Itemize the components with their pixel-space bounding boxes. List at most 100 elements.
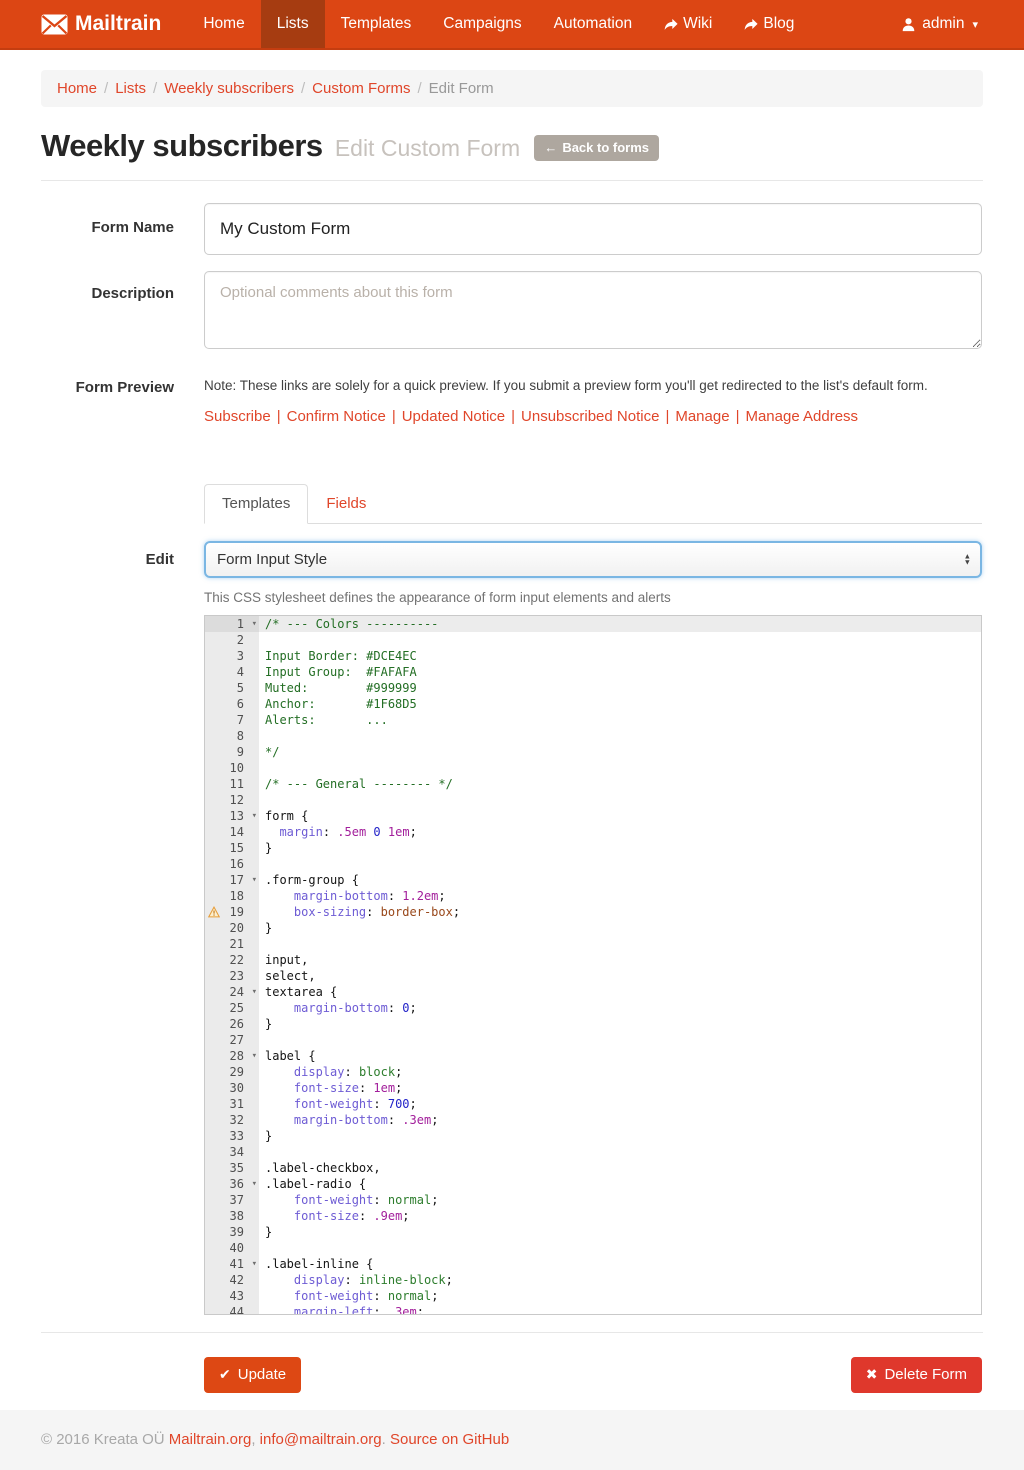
editor-line[interactable]: 2 [205,632,981,648]
editor-line[interactable]: 15} [205,840,981,856]
editor-line[interactable]: 24▾textarea { [205,984,981,1000]
editor-gutter-cell: 17▾ [205,872,259,888]
preview-link[interactable]: Manage [675,408,729,425]
description-textarea[interactable] [204,271,982,349]
line-number: 27 [230,1033,244,1047]
footer-link-email[interactable]: info@mailtrain.org [260,1431,382,1448]
code-line-text: font-weight: normal; [259,1192,438,1208]
user-menu[interactable]: admin ▾ [895,0,984,48]
tab-templates[interactable]: Templates [204,484,308,524]
editor-line[interactable]: 25 margin-bottom: 0; [205,1000,981,1016]
editor-line[interactable]: 34 [205,1144,981,1160]
editor-line[interactable]: 32 margin-bottom: .3em; [205,1112,981,1128]
editor-line[interactable]: 41▾.label-inline { [205,1256,981,1272]
delete-form-button[interactable]: ✖ Delete Form [851,1357,982,1393]
code-line-text: margin-bottom: 0; [259,1000,417,1016]
footer-link-site[interactable]: Mailtrain.org [169,1431,252,1448]
editor-line[interactable]: 22input, [205,952,981,968]
editor-line[interactable]: 19 box-sizing: border-box; [205,904,981,920]
editor-line[interactable]: 14 margin: .5em 0 1em; [205,824,981,840]
fold-icon[interactable]: ▾ [252,984,257,1000]
editor-line[interactable]: 30 font-size: 1em; [205,1080,981,1096]
editor-line[interactable]: 13▾form { [205,808,981,824]
editor-gutter-cell: 22 [205,952,259,968]
editor-line[interactable]: 29 display: block; [205,1064,981,1080]
form-name-input[interactable] [204,203,982,255]
breadcrumb-link[interactable]: Custom Forms [312,80,410,97]
editor-line[interactable]: 12 [205,792,981,808]
editor-line[interactable]: 11/* --- General -------- */ [205,776,981,792]
editor-line[interactable]: 42 display: inline-block; [205,1272,981,1288]
nav-item-templates[interactable]: Templates [325,0,428,48]
editor-line[interactable]: 6Anchor: #1F68D5 [205,696,981,712]
editor-line[interactable]: 31 font-weight: 700; [205,1096,981,1112]
nav-item-automation[interactable]: Automation [538,0,648,48]
editor-line[interactable]: 44 margin-left: .3em; [205,1304,981,1315]
editor-line[interactable]: 21 [205,936,981,952]
editor-line[interactable]: 40 [205,1240,981,1256]
preview-link[interactable]: Subscribe [204,408,271,425]
line-number: 30 [230,1081,244,1095]
editor-line[interactable]: 4Input Group: #FAFAFA [205,664,981,680]
editor-line[interactable]: 18 margin-bottom: 1.2em; [205,888,981,904]
editor-line[interactable]: 17▾.form-group { [205,872,981,888]
selected-template: Form Input Style [217,551,327,568]
editor-line[interactable]: 3Input Border: #DCE4EC [205,648,981,664]
editor-line[interactable]: 1▾/* --- Colors ---------- [205,616,981,632]
code-editor[interactable]: 1▾/* --- Colors ----------23Input Border… [204,615,982,1315]
breadcrumb-link[interactable]: Weekly subscribers [164,80,294,97]
nav-item-blog[interactable]: Blog [728,0,810,48]
editor-line[interactable]: 10 [205,760,981,776]
editor-line[interactable]: 20} [205,920,981,936]
nav-item-campaigns[interactable]: Campaigns [427,0,537,48]
update-button[interactable]: ✔ Update [204,1357,301,1393]
fold-icon[interactable]: ▾ [252,1176,257,1192]
nav-item-home[interactable]: Home [187,0,260,48]
editor-gutter-cell: 38 [205,1208,259,1224]
preview-link[interactable]: Unsubscribed Notice [521,408,659,425]
tab-fields[interactable]: Fields [308,484,384,524]
fold-icon[interactable]: ▾ [252,1256,257,1272]
editor-line[interactable]: 8 [205,728,981,744]
editor-line[interactable]: 27 [205,1032,981,1048]
footer-link-source[interactable]: Source on GitHub [390,1431,509,1448]
line-number: 1 [237,617,244,631]
breadcrumb-link[interactable]: Home [57,80,97,97]
preview-link[interactable]: Updated Notice [402,408,505,425]
editor-line[interactable]: 5Muted: #999999 [205,680,981,696]
editor-line[interactable]: 35.label-checkbox, [205,1160,981,1176]
nav-item-wiki[interactable]: Wiki [648,0,728,48]
nav-item-lists[interactable]: Lists [261,0,325,48]
fold-icon[interactable]: ▾ [252,616,257,632]
preview-link[interactable]: Confirm Notice [287,408,386,425]
editor-line[interactable]: 38 font-size: .9em; [205,1208,981,1224]
edit-template-select[interactable]: Form Input Style ▲▼ [204,541,982,578]
editor-gutter-cell: 11 [205,776,259,792]
editor-line[interactable]: 9*/ [205,744,981,760]
editor-line[interactable]: 37 font-weight: normal; [205,1192,981,1208]
select-arrows-icon: ▲▼ [964,553,971,566]
editor-line[interactable]: 36▾.label-radio { [205,1176,981,1192]
brand[interactable]: Mailtrain [0,0,187,48]
fold-icon[interactable]: ▾ [252,808,257,824]
editor-line[interactable]: 16 [205,856,981,872]
code-line-text [259,1240,265,1256]
fold-icon[interactable]: ▾ [252,872,257,888]
editor-line[interactable]: 26} [205,1016,981,1032]
editor-line[interactable]: 33} [205,1128,981,1144]
editor-gutter-cell: 34 [205,1144,259,1160]
editor-line[interactable]: 7Alerts: ... [205,712,981,728]
editor-gutter-cell: 4 [205,664,259,680]
code-line-text: } [259,840,272,856]
editor-line[interactable]: 43 font-weight: normal; [205,1288,981,1304]
editor-line[interactable]: 23select, [205,968,981,984]
editor-line[interactable]: 28▾label { [205,1048,981,1064]
fold-icon[interactable]: ▾ [252,1048,257,1064]
editor-line[interactable]: 39} [205,1224,981,1240]
check-icon: ✔ [219,1366,231,1383]
editor-gutter-cell: 37 [205,1192,259,1208]
back-to-forms-button[interactable]: ← Back to forms [534,135,659,161]
preview-link[interactable]: Manage Address [745,408,858,425]
breadcrumb-link[interactable]: Lists [115,80,146,97]
code-line-text [259,1032,265,1048]
